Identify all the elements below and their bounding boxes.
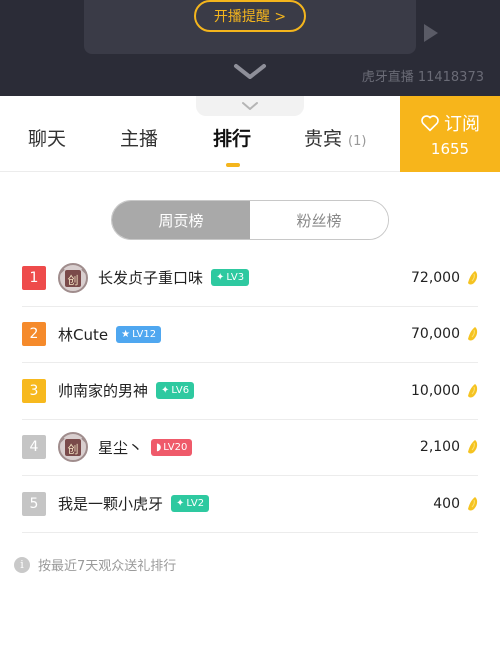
subscriber-count: 1655 [430,140,470,158]
level-label: LV2 [186,498,205,510]
ranking-row[interactable]: 5 我是一颗小虎牙 ✦ LV2 400 [22,476,478,533]
coin-icon [468,440,478,454]
level-label: LV6 [171,385,190,397]
tab-vip-count: (1) [348,134,367,149]
avatar: 创 [58,432,88,463]
level-label: LV12 [132,328,157,340]
ranking-note: i 按最近7天观众送礼排行 [14,555,176,574]
contribution-score: 400 [433,495,460,512]
rank-number: 5 [22,491,46,516]
chevron-down-icon [242,102,258,110]
level-badge: ✦ LV3 [211,269,250,287]
contribution-score: 10,000 [411,382,460,399]
level-badge: ✦ LV2 [171,495,210,513]
tab-host[interactable]: 主播 [120,124,158,151]
user-name: 星尘丶 [98,438,144,457]
level-icon: ✦ [216,272,225,284]
weekly-ranking-tab[interactable]: 周贡榜 [112,201,250,239]
user-name: 林Cute [58,325,109,344]
tab-chat[interactable]: 聊天 [28,124,66,151]
coin-icon [468,270,478,285]
level-badge: ✦ LV6 [156,382,195,400]
svg-text:创: 创 [68,443,79,456]
level-icon: ✦ [176,498,185,510]
ranking-toggle: 周贡榜 粉丝榜 [111,200,389,240]
level-icon: ✦ [161,385,170,397]
heart-icon [421,115,439,132]
rank-number: 4 [22,435,46,460]
level-label: LV20 [163,441,188,453]
panel-handle[interactable] [196,96,304,116]
coin-icon [468,383,478,398]
coin-icon [468,496,478,511]
level-badge: ◗ LV20 [151,438,193,456]
ranking-row[interactable]: 3 帅南家的男神 ✦ LV6 10,000 [22,363,478,420]
ranking-note-text: 按最近7天观众送礼排行 [38,559,177,574]
room-id-label: 虎牙直播 11418373 [361,70,484,85]
avatar: 创 [58,262,88,293]
live-reminder-button[interactable]: 开播提醒 > [194,0,306,32]
info-icon: i [14,556,30,573]
active-tab-indicator [226,163,240,167]
level-icon: ★ [121,328,131,340]
ranking-row[interactable]: 2 林Cute ★ LV12 70,000 [22,307,478,363]
ranking-row[interactable]: 1 创 长发贞子重口味 ✦ LV3 72,000 [22,250,478,307]
user-name: 我是一颗小虎牙 [58,495,164,514]
subscribe-button[interactable]: 订阅 1655 [400,96,500,172]
level-badge: ★ LV12 [116,325,162,343]
fans-ranking-tab[interactable]: 粉丝榜 [250,201,388,239]
contribution-score: 70,000 [411,326,460,343]
level-icon: ◗ [156,441,162,453]
play-icon[interactable] [424,24,438,42]
chevron-down-icon[interactable] [232,62,268,82]
tab-ranking[interactable]: 排行 [213,124,251,151]
svg-text:创: 创 [68,274,79,287]
ranking-list: 1 创 长发贞子重口味 ✦ LV3 72,000 2 林Cute ★ LV12 70,000 … [22,250,478,533]
tab-vip-label: 贵宾 [304,128,343,150]
rank-number: 3 [22,378,46,403]
user-name: 长发贞子重口味 [98,269,204,288]
level-label: LV3 [226,272,245,284]
contribution-score: 2,100 [419,439,460,456]
subscribe-label: 订阅 [444,114,480,135]
rank-number: 2 [22,322,46,347]
user-name: 帅南家的男神 [58,382,149,401]
ranking-row[interactable]: 4 创 星尘丶 ◗ LV20 2,100 [22,420,478,476]
rank-number: 1 [22,265,46,290]
player-area: 开播提醒 > 虎牙直播 11418373 [0,0,500,96]
tab-vip[interactable]: 贵宾 (1) [304,124,366,151]
coin-icon [468,327,478,341]
contribution-score: 72,000 [411,269,460,286]
